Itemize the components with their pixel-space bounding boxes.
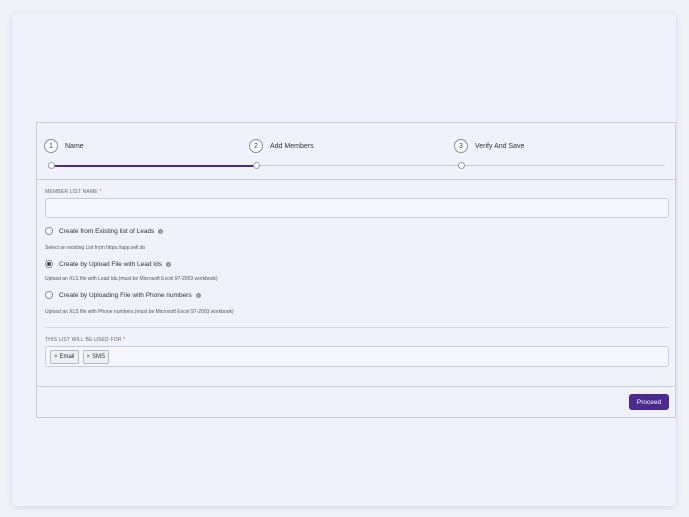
step-3-label: Verify And Save xyxy=(475,142,525,150)
progress-fill xyxy=(51,164,254,167)
option-existing-leads-label: Create from Existing list of Leads xyxy=(59,227,155,235)
used-for-label: THIS LIST WILL BE USED FOR * xyxy=(45,337,125,343)
info-icon[interactable]: i xyxy=(165,261,171,267)
info-icon[interactable]: i xyxy=(195,292,201,298)
required-mark: * xyxy=(123,337,126,343)
step-2-label: Add Members xyxy=(270,142,314,150)
option-upload-lead-ids[interactable]: Create by Upload File with Lead Ids i xyxy=(45,260,171,268)
info-icon[interactable]: i xyxy=(158,228,164,234)
wizard-card: 1 Name 2 Add Members 3 Verify And Save M… xyxy=(36,122,676,418)
option-upload-phone-numbers[interactable]: Create by Uploading File with Phone numb… xyxy=(45,291,201,299)
radio-upload-lead-ids[interactable] xyxy=(45,260,53,268)
option-upload-phone-numbers-label: Create by Uploading File with Phone numb… xyxy=(59,291,192,299)
tag-email-label: Email xyxy=(59,353,75,360)
used-for-label-text: THIS LIST WILL BE USED FOR xyxy=(45,337,122,343)
list-name-input[interactable] xyxy=(45,198,669,218)
remove-tag-icon[interactable]: × xyxy=(54,354,58,360)
option-upload-lead-ids-hint: Upload an XLS file with Lead Ids.(must b… xyxy=(45,276,218,282)
radio-existing-leads[interactable] xyxy=(45,227,53,235)
step-3-dot xyxy=(458,162,465,169)
step-2-dot xyxy=(253,162,260,169)
stepper: 1 Name 2 Add Members 3 Verify And Save xyxy=(37,123,675,180)
list-name-label: MEMBER LIST NAME * xyxy=(45,189,669,195)
option-upload-phone-numbers-hint: Upload an XLS file with Phone numbers.(m… xyxy=(45,309,234,315)
app-window: 1 Name 2 Add Members 3 Verify And Save M… xyxy=(12,13,676,506)
list-name-label-text: MEMBER LIST NAME xyxy=(45,189,98,195)
proceed-button[interactable]: Proceed xyxy=(629,394,669,410)
member-list-form: MEMBER LIST NAME * Create from Existing … xyxy=(45,189,669,367)
option-existing-leads-hint: Select an existing List from https://app… xyxy=(45,245,146,251)
tag-email: × Email xyxy=(50,349,79,364)
tag-sms-label: SMS xyxy=(92,353,106,360)
step-1-dot xyxy=(48,162,55,169)
footer-divider xyxy=(37,386,675,387)
step-2-number: 2 xyxy=(249,139,263,153)
step-3-number: 3 xyxy=(454,139,468,153)
option-existing-leads[interactable]: Create from Existing list of Leads i xyxy=(45,227,164,235)
option-upload-lead-ids-label: Create by Upload File with Lead Ids xyxy=(59,260,162,268)
used-for-tags-input[interactable]: × Email × SMS xyxy=(45,346,669,367)
tag-sms: × SMS xyxy=(82,349,110,364)
required-mark: * xyxy=(99,189,102,195)
radio-upload-phone-numbers[interactable] xyxy=(45,291,53,299)
section-divider xyxy=(45,327,669,328)
step-3[interactable]: 3 Verify And Save xyxy=(454,139,524,153)
step-1[interactable]: 1 Name xyxy=(44,139,84,153)
remove-tag-icon[interactable]: × xyxy=(87,354,91,360)
step-1-label: Name xyxy=(65,142,84,150)
step-2[interactable]: 2 Add Members xyxy=(249,139,314,153)
step-1-number: 1 xyxy=(44,139,58,153)
